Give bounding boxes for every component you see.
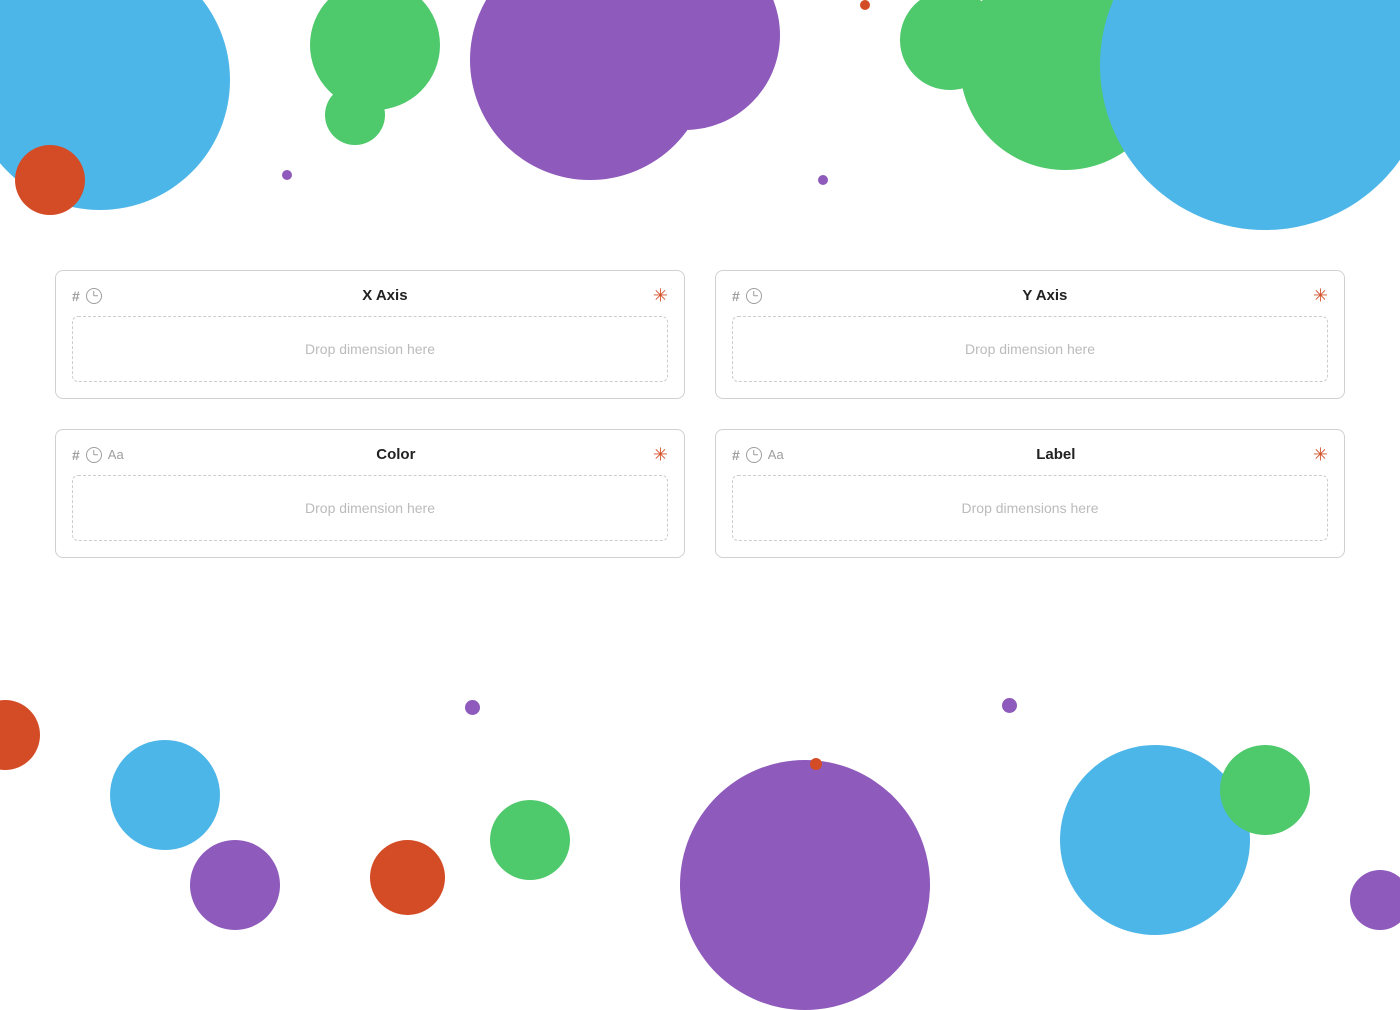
x-axis-header: # X Axis ✳ <box>72 287 668 304</box>
decorative-bubble <box>470 0 710 180</box>
y-axis-asterisk: ✳ <box>1313 285 1328 306</box>
decorative-bubble <box>282 170 292 180</box>
label-asterisk: ✳ <box>1313 444 1328 465</box>
decorative-bubble <box>590 0 780 130</box>
label-placeholder: Drop dimensions here <box>962 500 1099 516</box>
decorative-bubble <box>0 700 40 770</box>
decorative-bubble <box>810 758 822 770</box>
decorative-bubble <box>960 0 1170 170</box>
y-axis-icons: # <box>732 288 762 304</box>
x-axis-title: X Axis <box>102 287 668 304</box>
decorative-bubble <box>1220 745 1310 835</box>
decorative-bubble <box>490 800 570 880</box>
color-asterisk: ✳ <box>653 444 668 465</box>
decorative-bubble <box>190 840 280 930</box>
label-header: # Aa Label ✳ <box>732 446 1328 463</box>
decorative-bubble <box>465 700 480 715</box>
decorative-bubble <box>860 0 870 10</box>
decorative-bubble <box>1240 0 1400 150</box>
color-placeholder: Drop dimension here <box>305 500 435 516</box>
label-title: Label <box>784 446 1328 463</box>
decorative-bubble <box>680 760 930 1010</box>
y-axis-header: # Y Axis ✳ <box>732 287 1328 304</box>
x-axis-panel: # X Axis ✳ Drop dimension here <box>55 270 685 399</box>
y-axis-drop-zone[interactable]: Drop dimension here <box>732 316 1328 382</box>
clock-icon <box>86 447 102 463</box>
x-axis-placeholder: Drop dimension here <box>305 341 435 357</box>
clock-icon <box>746 288 762 304</box>
decorative-bubble <box>15 145 85 215</box>
y-axis-title: Y Axis <box>762 287 1328 304</box>
label-panel: # Aa Label ✳ Drop dimensions here <box>715 429 1345 558</box>
clock-icon <box>86 288 102 304</box>
y-axis-panel: # Y Axis ✳ Drop dimension here <box>715 270 1345 399</box>
x-axis-asterisk: ✳ <box>653 285 668 306</box>
label-drop-zone[interactable]: Drop dimensions here <box>732 475 1328 541</box>
decorative-bubble <box>900 0 1000 90</box>
decorative-bubble <box>0 0 230 210</box>
clock-icon <box>746 447 762 463</box>
panels-grid: # X Axis ✳ Drop dimension here # Y Axis … <box>55 270 1345 558</box>
decorative-bubble <box>1060 745 1250 935</box>
decorative-bubble <box>370 840 445 915</box>
x-axis-icons: # <box>72 288 102 304</box>
color-panel: # Aa Color ✳ Drop dimension here <box>55 429 685 558</box>
label-icons: # Aa <box>732 447 784 463</box>
decorative-bubble <box>325 85 385 145</box>
aa-icon: Aa <box>768 447 784 462</box>
decorative-bubble <box>310 0 440 110</box>
hash-icon: # <box>72 447 80 463</box>
color-title: Color <box>124 446 668 463</box>
decorative-bubble <box>1350 870 1400 930</box>
x-axis-drop-zone[interactable]: Drop dimension here <box>72 316 668 382</box>
color-drop-zone[interactable]: Drop dimension here <box>72 475 668 541</box>
y-axis-placeholder: Drop dimension here <box>965 341 1095 357</box>
hash-icon: # <box>72 288 80 304</box>
decorative-bubble <box>110 740 220 850</box>
color-icons: # Aa <box>72 447 124 463</box>
hash-icon: # <box>732 447 740 463</box>
color-header: # Aa Color ✳ <box>72 446 668 463</box>
decorative-bubble <box>1002 698 1017 713</box>
aa-icon: Aa <box>108 447 124 462</box>
hash-icon: # <box>732 288 740 304</box>
decorative-bubble <box>818 175 828 185</box>
decorative-bubble <box>1100 0 1400 230</box>
